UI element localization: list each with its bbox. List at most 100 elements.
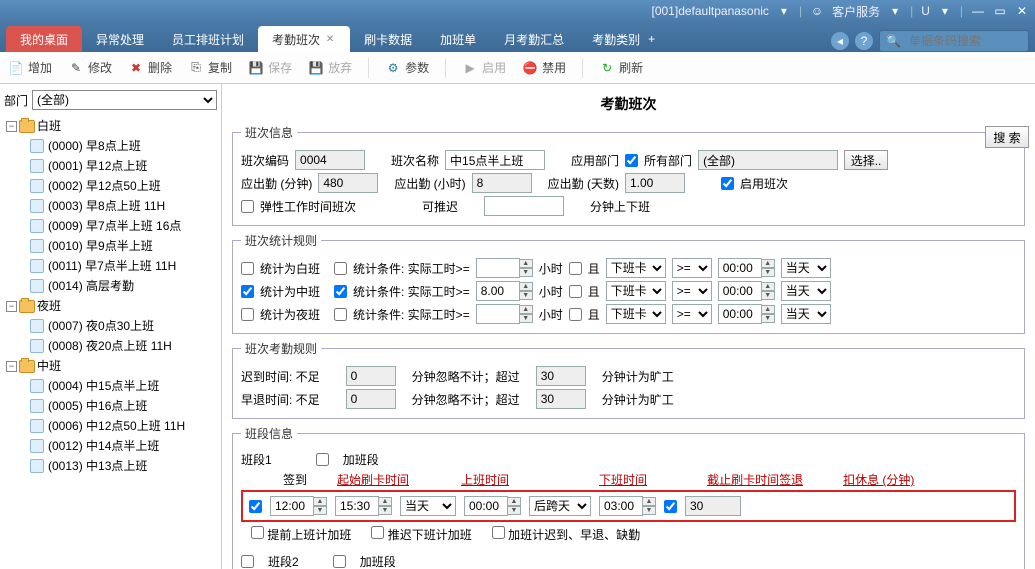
late-min-field[interactable] <box>346 366 396 386</box>
late-over-field[interactable] <box>536 366 586 386</box>
early-over-field[interactable] <box>536 389 586 409</box>
op-select[interactable]: >= <box>672 258 712 278</box>
restore-icon[interactable]: ▭ <box>993 4 1007 18</box>
as-night-check[interactable] <box>241 308 254 321</box>
tab-type[interactable]: 考勤类别+ <box>578 26 669 52</box>
tree-item[interactable]: (0002) 早12点50上班 <box>48 176 161 196</box>
tab-swipe[interactable]: 刷卡数据 <box>350 26 426 52</box>
pre-ot-check[interactable] <box>251 526 264 539</box>
tab-schedule[interactable]: 员工排班计划 <box>158 26 258 52</box>
cond-night-check[interactable] <box>334 308 347 321</box>
cond-mid-check[interactable] <box>334 285 347 298</box>
tree-toggle[interactable]: − <box>6 301 17 312</box>
tree-item[interactable]: (0001) 早12点上班 <box>48 156 147 176</box>
night-hours-spin[interactable]: ▲▼ <box>476 304 533 324</box>
seg1-ot-check[interactable] <box>316 453 329 466</box>
and-check[interactable] <box>569 308 582 321</box>
tab-add-icon[interactable]: + <box>648 32 655 46</box>
cond-day-check[interactable] <box>334 262 347 275</box>
time-spin[interactable]: ▲▼ <box>718 281 775 301</box>
seg2-ot-check[interactable] <box>333 555 346 568</box>
dropdown-icon[interactable]: ▾ <box>938 4 952 18</box>
tree-item[interactable]: (0013) 中13点上班 <box>48 456 147 476</box>
day-select[interactable]: 当天 <box>781 258 831 278</box>
tree-item[interactable]: (0010) 早9点半上班 <box>48 236 153 256</box>
tree-toggle[interactable]: − <box>6 361 17 372</box>
on-time-spin[interactable]: ▲▼ <box>335 496 392 516</box>
tree-item[interactable]: (0012) 中14点半上班 <box>48 436 159 456</box>
seg2-check[interactable] <box>241 555 254 568</box>
deduct-field[interactable] <box>685 496 741 516</box>
op-select[interactable]: >= <box>672 304 712 324</box>
tree-item[interactable]: (0000) 早8点上班 <box>48 136 141 156</box>
barcode-search-input[interactable] <box>905 31 1022 51</box>
choose-dept-button[interactable]: 选择.. <box>844 150 888 170</box>
on-day-select[interactable]: 当天 <box>400 496 456 516</box>
copy-button[interactable]: ⎘复制 <box>188 59 232 76</box>
dropdown-icon[interactable]: ▾ <box>777 4 791 18</box>
tree-item[interactable]: (0009) 早7点半上班 16点 <box>48 216 181 236</box>
code-field[interactable] <box>295 150 365 170</box>
should-min-field[interactable] <box>318 173 378 193</box>
start-time-spin[interactable]: ▲▼ <box>270 496 327 516</box>
post-ot-check[interactable] <box>371 526 384 539</box>
delay-field[interactable] <box>484 196 564 216</box>
as-day-check[interactable] <box>241 262 254 275</box>
service-link[interactable]: 客户服务 <box>832 3 880 20</box>
param-button[interactable]: ⚙参数 <box>385 59 429 76</box>
and-check[interactable] <box>569 285 582 298</box>
tree-group[interactable]: 夜班 <box>37 296 61 316</box>
as-mid-check[interactable] <box>241 285 254 298</box>
tab-overtime[interactable]: 加班单 <box>426 26 490 52</box>
time-spin[interactable]: ▲▼ <box>718 304 775 324</box>
tree-item[interactable]: (0008) 夜20点上班 11H <box>48 336 172 356</box>
help-icon[interactable]: ? <box>855 32 873 50</box>
time-spin[interactable]: ▲▼ <box>718 258 775 278</box>
op-select[interactable]: >= <box>672 281 712 301</box>
tab-desktop[interactable]: 我的桌面 <box>6 26 82 52</box>
minimize-icon[interactable]: — <box>971 4 985 18</box>
tree-item[interactable]: (0004) 中15点半上班 <box>48 376 159 396</box>
tree-item[interactable]: (0006) 中12点50上班 11H <box>48 416 185 436</box>
tree-item[interactable]: (0014) 高层考勤 <box>48 276 134 296</box>
edit-button[interactable]: ✎修改 <box>68 59 112 76</box>
signin-check[interactable] <box>249 500 262 513</box>
delete-button[interactable]: ✖删除 <box>128 59 172 76</box>
refresh-button[interactable]: ↻刷新 <box>599 59 643 76</box>
search-button[interactable]: 搜 索 <box>985 126 1029 148</box>
off-day-select[interactable]: 后跨天 <box>529 496 591 516</box>
and-check[interactable] <box>569 262 582 275</box>
tab-exception[interactable]: 异常处理 <box>82 26 158 52</box>
signout-check[interactable] <box>664 500 677 513</box>
off-time-spin[interactable]: ▲▼ <box>464 496 521 516</box>
punch-select[interactable]: 下班卡 <box>606 258 666 278</box>
tree-toggle[interactable]: − <box>6 121 17 132</box>
name-field[interactable] <box>445 150 545 170</box>
tab-monthly[interactable]: 月考勤汇总 <box>490 26 578 52</box>
nav-back-icon[interactable]: ◂ <box>831 32 849 50</box>
mid-hours-spin[interactable]: ▲▼ <box>476 281 533 301</box>
punch-select[interactable]: 下班卡 <box>606 281 666 301</box>
ot-late-check[interactable] <box>492 526 505 539</box>
should-day-field[interactable] <box>625 173 685 193</box>
punch-select[interactable]: 下班卡 <box>606 304 666 324</box>
early-min-field[interactable] <box>346 389 396 409</box>
enable-shift-check[interactable] <box>721 177 734 190</box>
day-select[interactable]: 当天 <box>781 281 831 301</box>
dropdown-icon[interactable]: ▾ <box>888 4 902 18</box>
tab-close-icon[interactable]: ✕ <box>324 33 336 45</box>
dept-select[interactable]: (全部) <box>32 90 217 110</box>
day-hours-spin[interactable]: ▲▼ <box>476 258 533 278</box>
disable-button[interactable]: ⛔禁用 <box>522 59 566 76</box>
end-time-spin[interactable]: ▲▼ <box>599 496 656 516</box>
add-button[interactable]: 📄增加 <box>8 59 52 76</box>
tree-group[interactable]: 白班 <box>37 116 61 136</box>
all-dept-check[interactable] <box>625 154 638 167</box>
u-menu[interactable]: U <box>921 4 930 18</box>
tab-shift[interactable]: 考勤班次✕ <box>258 26 350 52</box>
barcode-search[interactable]: 🔍 <box>879 30 1029 52</box>
tree-item[interactable]: (0003) 早8点上班 11H <box>48 196 165 216</box>
tree-group[interactable]: 中班 <box>37 356 61 376</box>
flex-check[interactable] <box>241 200 254 213</box>
tree-item[interactable]: (0005) 中16点上班 <box>48 396 147 416</box>
